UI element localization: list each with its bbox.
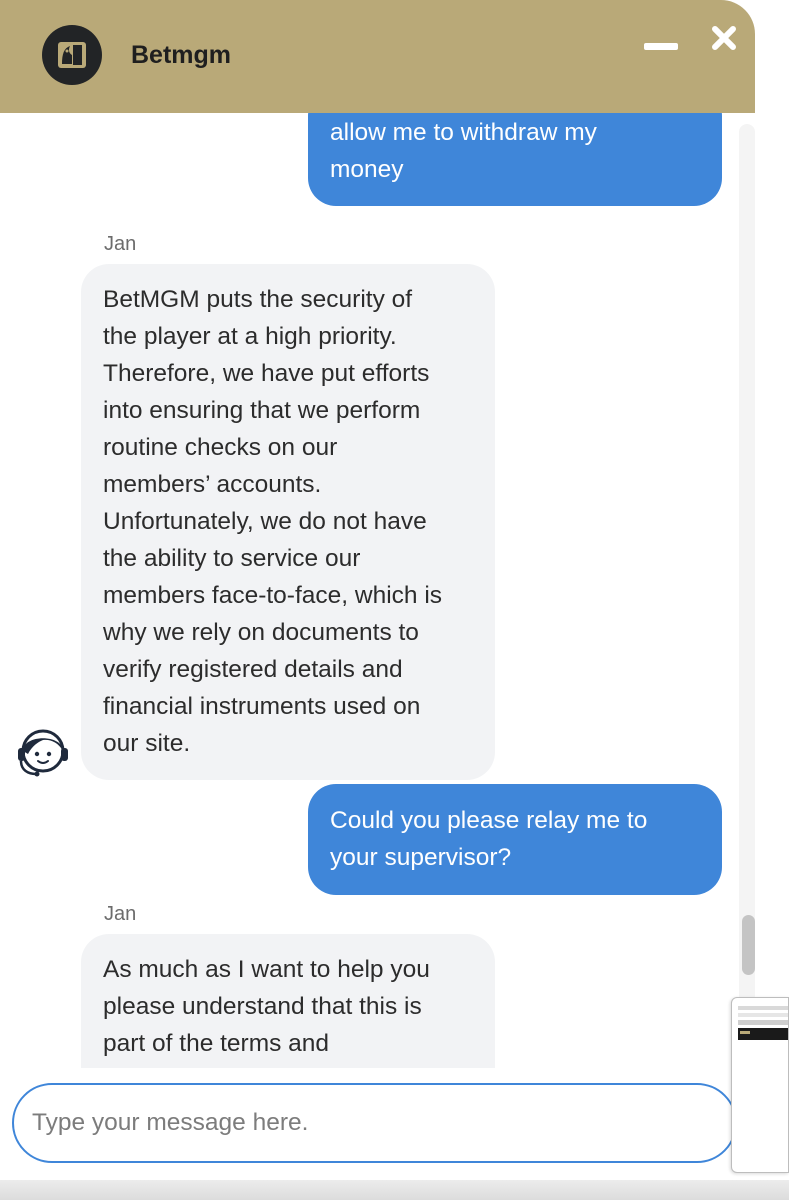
agent-message: BetMGM puts the security of the player a… [81, 264, 495, 780]
agent-name: Jan [104, 233, 137, 255]
lion-icon [58, 42, 86, 68]
message-line: please understand that this is [103, 993, 422, 1020]
thumbnail-logo [740, 1031, 750, 1034]
message-line: your supervisor? [330, 844, 512, 871]
message-line: Therefore, we have put efforts [103, 360, 430, 387]
window-bottom-edge [0, 1180, 789, 1200]
agent-avatar [12, 720, 74, 782]
message-line: part of the terms and [103, 1030, 330, 1057]
thumbnail-urlbar [738, 1013, 788, 1017]
thumbnail-tabbar [738, 1006, 788, 1010]
chat-window: Betmgm allow me to withdraw my money Jan… [0, 0, 755, 1180]
message-input[interactable] [32, 1085, 712, 1161]
message-line: money [330, 156, 404, 183]
scrollbar-thumb[interactable] [742, 915, 755, 975]
message-line: the player at a high priority. [103, 323, 397, 350]
agent-name: Jan [104, 903, 137, 925]
message-line: verify registered details and [103, 656, 403, 683]
message-line: BetMGM puts the security of [103, 286, 413, 313]
message-line: routine checks on our [103, 434, 338, 461]
message-line: members’ accounts. [103, 471, 322, 498]
chat-header: Betmgm [0, 0, 755, 113]
message-list[interactable]: allow me to withdraw my money Jan BetMGM… [0, 113, 755, 1068]
support-agent-headset-icon [18, 729, 68, 777]
screenshot-thumbnail[interactable] [731, 997, 789, 1173]
message-line: Unfortunately, we do not have [103, 508, 427, 535]
close-button[interactable] [710, 24, 738, 52]
minimize-button[interactable] [644, 37, 678, 55]
message-line: members face-to-face, which is [103, 582, 443, 609]
message-line: why we rely on documents to [103, 619, 419, 646]
message-line: As much as I want to help you [103, 956, 430, 983]
thumbnail-site-header [738, 1028, 788, 1040]
close-icon [712, 26, 736, 50]
message-line: into ensuring that we perform [103, 397, 421, 424]
user-message: allow me to withdraw my money [308, 113, 722, 206]
message-composer[interactable] [12, 1083, 737, 1163]
message-line: our site. [103, 730, 191, 757]
minimize-icon [644, 42, 678, 50]
user-message: Could you please relay me to your superv… [308, 784, 722, 895]
message-line: the ability to service our [103, 545, 361, 572]
message-line: allow me to withdraw my [330, 119, 597, 146]
betmgm-logo [42, 25, 102, 85]
message-line: Could you please relay me to [330, 807, 648, 834]
chat-title: Betmgm [131, 41, 232, 69]
agent-message: As much as I want to help you please und… [81, 934, 495, 1068]
message-line: financial instruments used on [103, 693, 421, 720]
thumbnail-nav [738, 1020, 788, 1025]
